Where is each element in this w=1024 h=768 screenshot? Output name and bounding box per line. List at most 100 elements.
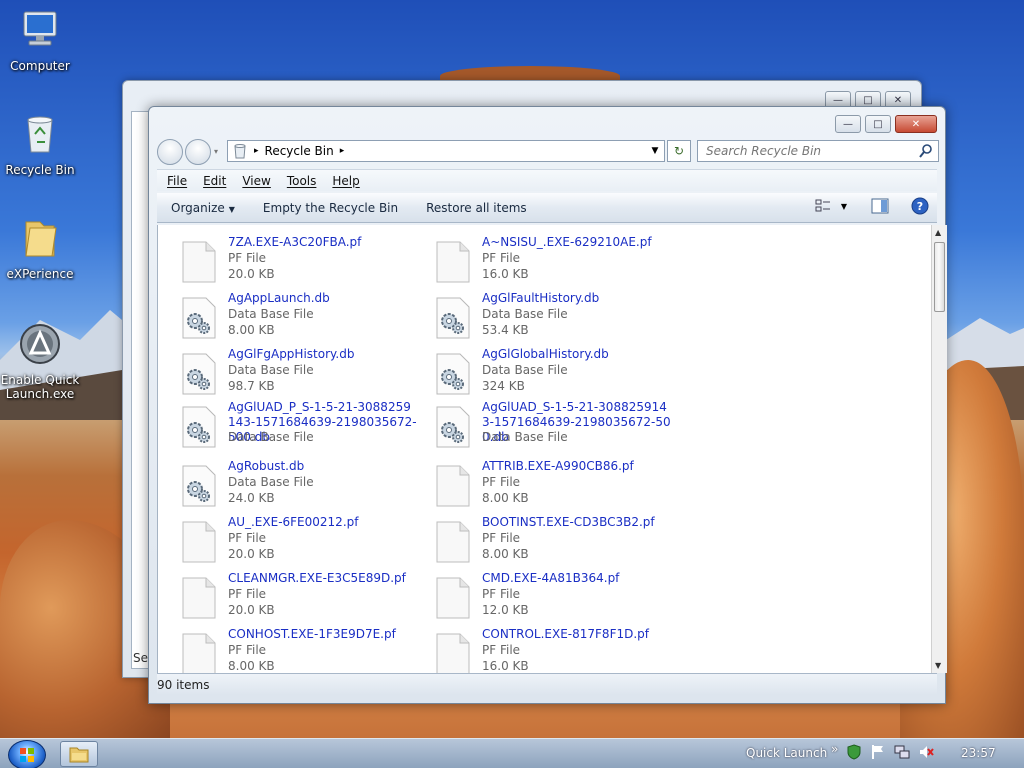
- preview-pane-icon[interactable]: [871, 198, 889, 214]
- file-name[interactable]: CLEANMGR.EXE-E3C5E89D.pf: [228, 571, 418, 586]
- search-icon[interactable]: [918, 143, 934, 159]
- file-name[interactable]: 7ZA.EXE-A3C20FBA.pf: [228, 235, 418, 250]
- search-input[interactable]: [706, 144, 916, 158]
- menu-edit[interactable]: Edit: [195, 174, 234, 188]
- file-size: 16.0 KB: [482, 267, 529, 281]
- file-name[interactable]: AgAppLaunch.db: [228, 291, 418, 306]
- file-item[interactable]: CMD.EXE-4A81B364.pf PF File 12.0 KB: [412, 571, 662, 623]
- recycle-bin-small-icon: [234, 144, 246, 159]
- pf-file-icon: [182, 633, 216, 673]
- empty-recycle-bin-button[interactable]: Empty the Recycle Bin: [249, 201, 412, 215]
- forward-button[interactable]: [185, 139, 211, 165]
- menu-tools[interactable]: Tools: [279, 174, 325, 188]
- file-type: PF File: [228, 587, 267, 601]
- file-item[interactable]: AgGlUAD_P_S-1-5-21-3088259143-1571684639…: [158, 400, 417, 452]
- file-size: 324 KB: [482, 379, 525, 393]
- start-button[interactable]: [8, 740, 46, 768]
- file-item[interactable]: A~NSISU_.EXE-629210AE.pf PF File 16.0 KB: [412, 235, 662, 287]
- file-list[interactable]: 7ZA.EXE-A3C20FBA.pf PF File 20.0 KB A~NSISU…: [157, 225, 931, 673]
- restore-all-items-button[interactable]: Restore all items: [412, 201, 541, 215]
- breadcrumb-chevron-icon[interactable]: ▸: [340, 146, 345, 156]
- security-shield-icon[interactable]: [846, 744, 862, 760]
- pf-file-icon: [436, 465, 470, 507]
- file-name[interactable]: AU_.EXE-6FE00212.pf: [228, 515, 418, 530]
- file-item[interactable]: AgAppLaunch.db Data Base File 8.00 KB: [158, 291, 408, 343]
- view-options-dropdown-icon[interactable]: ▼: [841, 202, 847, 211]
- file-name[interactable]: AgGlGlobalHistory.db: [482, 347, 672, 362]
- scroll-down-icon[interactable]: ▼: [935, 661, 941, 670]
- status-bar: 90 items: [157, 673, 937, 695]
- help-icon[interactable]: ?: [911, 197, 929, 215]
- file-item[interactable]: CLEANMGR.EXE-E3C5E89D.pf PF File 20.0 KB: [158, 571, 408, 623]
- file-item[interactable]: AU_.EXE-6FE00212.pf PF File 20.0 KB: [158, 515, 408, 567]
- desktop-icon-recycle-bin[interactable]: Recycle Bin: [0, 112, 80, 177]
- file-name[interactable]: CMD.EXE-4A81B364.pf: [482, 571, 672, 586]
- file-item[interactable]: AgGlFaultHistory.db Data Base File 53.4 KB: [412, 291, 662, 343]
- scroll-up-icon[interactable]: ▲: [935, 228, 941, 237]
- database-file-icon: [436, 297, 470, 339]
- file-name[interactable]: A~NSISU_.EXE-629210AE.pf: [482, 235, 672, 250]
- file-item[interactable]: AgGlGlobalHistory.db Data Base File 324 KB: [412, 347, 662, 399]
- file-name[interactable]: ATTRIB.EXE-A990CB86.pf: [482, 459, 672, 474]
- folder-icon: [25, 221, 57, 257]
- network-icon[interactable]: [894, 744, 910, 760]
- file-size: 20.0 KB: [228, 267, 275, 281]
- file-name[interactable]: CONTROL.EXE-817F8F1D.pf: [482, 627, 672, 642]
- taskbar-explorer-button[interactable]: [60, 741, 98, 767]
- file-type: PF File: [482, 475, 521, 489]
- clock[interactable]: 23:57: [961, 746, 996, 760]
- recycle-bin-window[interactable]: — □ ✕ ▾ ▸ Recycle Bin ▸ ▼ ↻ File Edit: [148, 106, 947, 704]
- file-name[interactable]: CONHOST.EXE-1F3E9D7E.pf: [228, 627, 418, 642]
- file-type: PF File: [228, 531, 267, 545]
- notification-area: [846, 744, 934, 760]
- taskbar: Quick Launch » 23:57: [0, 738, 1024, 768]
- file-item[interactable]: AgGlFgAppHistory.db Data Base File 98.7 KB: [158, 347, 408, 399]
- file-name[interactable]: AgGlFaultHistory.db: [482, 291, 672, 306]
- desktop-icon-label: Computer: [10, 59, 70, 73]
- desktop-icon-experience[interactable]: eXPerience: [0, 216, 80, 281]
- close-button[interactable]: ✕: [895, 115, 937, 133]
- file-item[interactable]: 7ZA.EXE-A3C20FBA.pf PF File 20.0 KB: [158, 235, 408, 287]
- action-center-flag-icon[interactable]: [870, 744, 886, 760]
- refresh-button[interactable]: ↻: [667, 140, 691, 162]
- breadcrumb-location[interactable]: Recycle Bin: [265, 144, 334, 158]
- desktop-icon-quick-launch[interactable]: Enable Quick Launch.exe: [0, 322, 80, 401]
- back-button[interactable]: [157, 139, 183, 165]
- pf-file-icon: [436, 577, 470, 619]
- file-size: 8.00 KB: [482, 491, 529, 505]
- breadcrumb-separator-icon[interactable]: ▸: [254, 146, 259, 156]
- file-item[interactable]: BOOTINST.EXE-CD3BC3B2.pf PF File 8.00 KB: [412, 515, 662, 567]
- file-name[interactable]: BOOTINST.EXE-CD3BC3B2.pf: [482, 515, 672, 530]
- menu-view[interactable]: View: [234, 174, 278, 188]
- desktop-icon-label: eXPerience: [6, 267, 74, 281]
- item-count: 90 items: [157, 677, 210, 692]
- desktop-icon-computer[interactable]: Computer: [0, 8, 80, 73]
- minimize-button[interactable]: —: [835, 115, 861, 133]
- file-size: 8.00 KB: [228, 323, 275, 337]
- file-name[interactable]: AgGlFgAppHistory.db: [228, 347, 418, 362]
- file-type: Data Base File: [228, 475, 314, 489]
- menu-help[interactable]: Help: [324, 174, 367, 188]
- volume-muted-icon[interactable]: [918, 744, 934, 760]
- file-item[interactable]: AgRobust.db Data Base File 24.0 KB: [158, 459, 408, 511]
- file-item[interactable]: ATTRIB.EXE-A990CB86.pf PF File 8.00 KB: [412, 459, 662, 511]
- vertical-scrollbar[interactable]: ▲ ▼: [931, 225, 947, 673]
- maximize-button[interactable]: □: [865, 115, 891, 133]
- address-bar[interactable]: ▸ Recycle Bin ▸ ▼: [227, 140, 665, 162]
- file-type: PF File: [482, 531, 521, 545]
- file-item[interactable]: CONTROL.EXE-817F8F1D.pf PF File 16.0 KB: [412, 627, 662, 673]
- file-item[interactable]: AgGlUAD_S-1-5-21-3088259143-1571684639-2…: [412, 400, 671, 452]
- view-options-icon[interactable]: [815, 198, 831, 214]
- menu-file[interactable]: File: [159, 174, 195, 188]
- address-dropdown-icon[interactable]: ▼: [646, 141, 664, 161]
- file-name[interactable]: AgRobust.db: [228, 459, 418, 474]
- quick-launch-toolbar[interactable]: Quick Launch »: [746, 742, 838, 760]
- scroll-thumb[interactable]: [934, 242, 945, 312]
- file-item[interactable]: CONHOST.EXE-1F3E9D7E.pf PF File 8.00 KB: [158, 627, 408, 673]
- desktop-icon-label: Enable Quick Launch.exe: [0, 373, 80, 401]
- organize-button[interactable]: Organize ▼: [157, 201, 249, 215]
- database-file-icon: [182, 465, 216, 507]
- search-box[interactable]: [697, 140, 939, 162]
- recent-pages-dropdown-icon[interactable]: ▾: [214, 147, 218, 156]
- pf-file-icon: [436, 521, 470, 563]
